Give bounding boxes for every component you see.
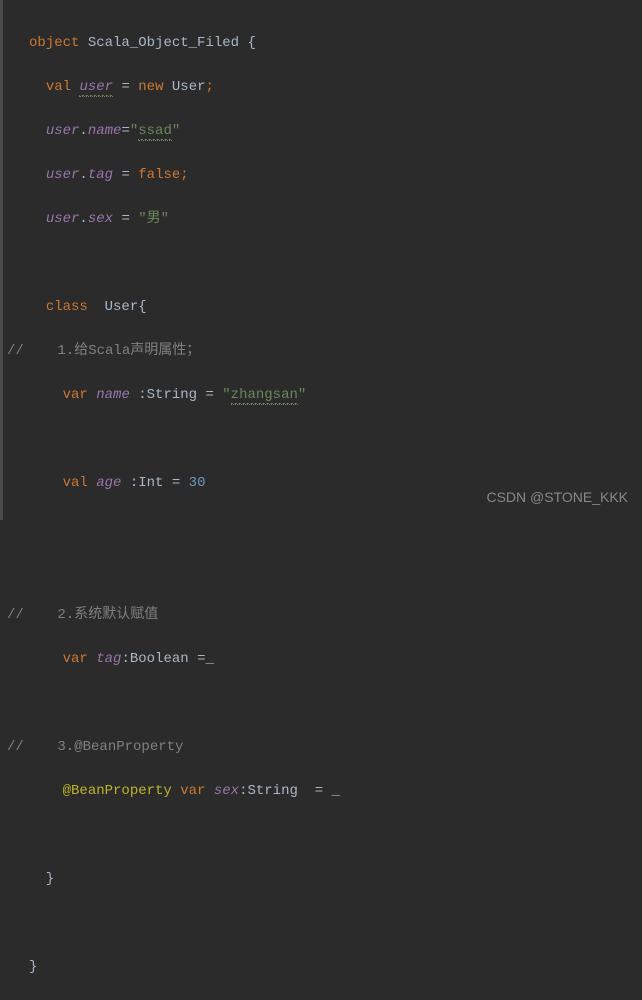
code-line: var tag:Boolean =_ bbox=[3, 648, 642, 670]
property: name bbox=[88, 123, 122, 139]
code-line bbox=[3, 428, 642, 450]
code-line bbox=[3, 516, 642, 538]
string-literal: "男" bbox=[138, 211, 169, 227]
code-line bbox=[3, 252, 642, 274]
code-line: // 1.给Scala声明属性； bbox=[3, 340, 642, 362]
code-line bbox=[3, 692, 642, 714]
keyword-new: new bbox=[138, 79, 163, 95]
watermark: CSDN @STONE_KKK bbox=[486, 486, 628, 508]
keyword-object: object bbox=[29, 35, 79, 51]
keyword-var: var bbox=[63, 387, 88, 403]
code-line bbox=[3, 824, 642, 846]
code-line bbox=[3, 560, 642, 582]
code-line: user.name="ssad" bbox=[3, 120, 642, 142]
variable: user bbox=[79, 79, 113, 97]
code-line: // 2.系统默认赋值 bbox=[3, 604, 642, 626]
property: tag bbox=[88, 167, 113, 183]
code-line: @BeanProperty var sex:String = _ bbox=[3, 780, 642, 802]
code-line: user.sex = "男" bbox=[3, 208, 642, 230]
number-literal: 30 bbox=[189, 475, 206, 491]
comment: // 2.系统默认赋值 bbox=[7, 607, 158, 623]
comment: // 1.给Scala声明属性； bbox=[7, 343, 200, 359]
variable: tag bbox=[96, 651, 121, 667]
string-literal: zhangsan bbox=[231, 387, 298, 405]
variable: user bbox=[46, 123, 80, 139]
string-literal: ssad bbox=[138, 123, 172, 141]
code-line: user.tag = false; bbox=[3, 164, 642, 186]
code-line: object Scala_Object_Filed { bbox=[3, 32, 642, 54]
identifier: Scala_Object_Filed bbox=[88, 35, 239, 51]
class-name: User{ bbox=[88, 299, 147, 315]
variable: user bbox=[46, 167, 80, 183]
code-line bbox=[3, 912, 642, 934]
keyword-var: var bbox=[63, 651, 88, 667]
variable: name bbox=[96, 387, 130, 403]
code-line: val user = new User; bbox=[3, 76, 642, 98]
comment: // 3.@BeanProperty bbox=[7, 739, 183, 755]
keyword-var: var bbox=[180, 783, 205, 799]
code-line: var name :String = "zhangsan" bbox=[3, 384, 642, 406]
variable: sex bbox=[214, 783, 239, 799]
variable: age bbox=[96, 475, 121, 491]
type-name: User bbox=[163, 79, 205, 95]
code-line: } bbox=[3, 868, 642, 890]
property: sex bbox=[88, 211, 113, 227]
keyword-false: false bbox=[138, 167, 180, 183]
code-line: } bbox=[3, 956, 642, 978]
annotation: @BeanProperty bbox=[63, 783, 172, 799]
keyword-class: class bbox=[46, 299, 88, 315]
keyword-val: val bbox=[63, 475, 88, 491]
code-line: class User{ bbox=[3, 296, 642, 318]
code-line: // 3.@BeanProperty bbox=[3, 736, 642, 758]
variable: user bbox=[46, 211, 80, 227]
keyword-val: val bbox=[46, 79, 71, 95]
